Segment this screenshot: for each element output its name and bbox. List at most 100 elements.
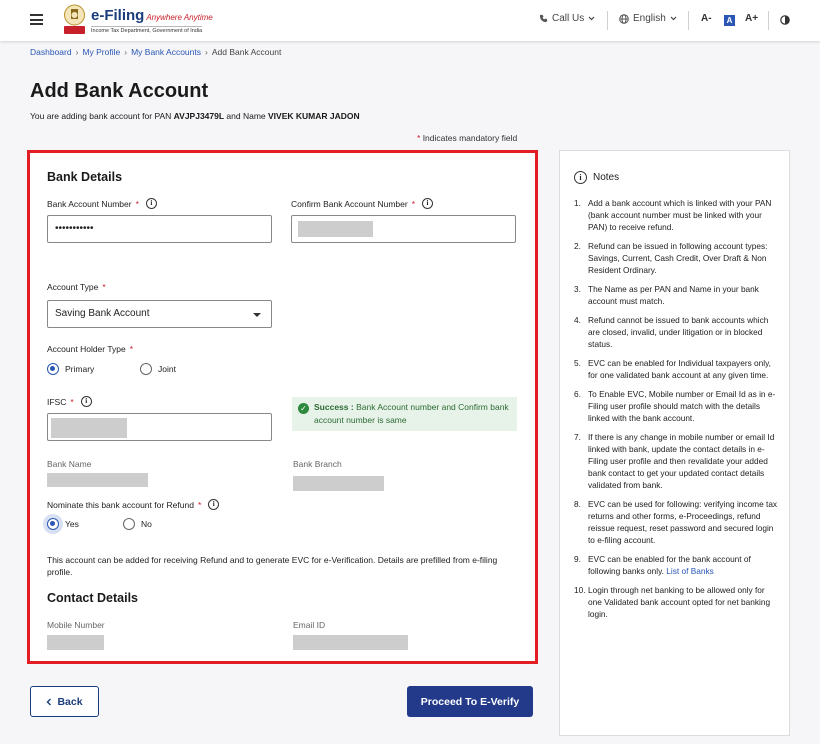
bank-details-title: Bank Details <box>47 170 123 184</box>
info-icon: i <box>574 171 587 184</box>
bank-name-label: Bank Name <box>47 459 92 469</box>
holder-type-label-text: Account Holder Type <box>47 344 126 354</box>
account-type-select[interactable]: Saving Bank Account <box>47 300 272 328</box>
note-item: 3. The Name as per PAN and Name in your b… <box>574 284 759 306</box>
info-icon[interactable]: i <box>145 198 157 209</box>
info-icon[interactable]: i <box>208 499 220 510</box>
notes-panel: i Notes 1. Add a bank account which is li… <box>559 150 790 736</box>
breadcrumb-my-bank-accounts[interactable]: My Bank Accounts <box>131 47 201 57</box>
font-normal-button[interactable]: A <box>724 15 735 26</box>
note-text: EVC can be used for following: verifying… <box>588 499 778 545</box>
language-selector[interactable]: English <box>619 13 677 24</box>
ifsc-label: IFSC * i <box>47 396 92 407</box>
list-of-banks-link[interactable]: List of Banks <box>666 566 714 576</box>
notes-list: 1. Add a bank account which is linked wit… <box>574 197 779 627</box>
confirm-account-label: Confirm Bank Account Number * i <box>291 198 434 209</box>
contact-details-title: Contact Details <box>47 591 138 605</box>
nominate-no-radio[interactable]: No <box>123 518 152 530</box>
breadcrumb-current: Add Bank Account <box>211 47 282 57</box>
bank-branch-label: Bank Branch <box>293 459 342 469</box>
note-item: 7. If there is any change in mobile numbe… <box>574 432 775 490</box>
note-text: To Enable EVC, Mobile number or Email Id… <box>588 389 776 423</box>
holder-primary-label: Primary <box>65 364 95 374</box>
breadcrumb-separator: › <box>75 47 79 57</box>
pan-value: AVJPJ3479L <box>173 111 225 121</box>
note-text: If there is any change in mobile number … <box>588 432 775 490</box>
mandatory-note-text: Indicates mandatory field <box>422 133 518 143</box>
font-decrease-button[interactable]: A- <box>701 13 712 24</box>
note-item: 2. Refund can be issued in following acco… <box>574 241 768 275</box>
back-button[interactable]: Back <box>30 686 99 717</box>
radio-dot <box>47 518 59 530</box>
proceed-to-everify-button[interactable]: Proceed To E-Verify <box>407 686 533 717</box>
holder-primary-radio[interactable]: Primary <box>47 363 94 375</box>
breadcrumb-separator: › <box>205 47 208 57</box>
holder-joint-radio[interactable]: Joint <box>140 363 176 375</box>
holder-joint-label: Joint <box>158 364 176 374</box>
call-us-label: Call Us <box>552 13 585 24</box>
menu-icon[interactable] <box>30 14 43 25</box>
note-text: Refund can be issued in following accoun… <box>588 241 768 275</box>
chevron-down-icon <box>670 16 677 21</box>
account-type-label: Account Type * <box>47 282 106 292</box>
account-type-value: Saving Bank Account <box>55 308 150 319</box>
account-number-label: Bank Account Number * i <box>47 198 157 209</box>
email-label: Email ID <box>293 620 326 630</box>
logo-tagline: Anywhere Anytime <box>146 13 213 22</box>
refund-note: This account can be added for receiving … <box>47 555 498 577</box>
note-item: 9. EVC can be enabled for the bank accoun… <box>574 554 751 576</box>
note-text: Login through net banking to be allowed … <box>588 585 771 619</box>
nominate-no-label: No <box>141 519 152 529</box>
breadcrumb-dashboard[interactable]: Dashboard <box>30 47 72 57</box>
nominate-label-text: Nominate this bank account for Refund <box>47 499 194 510</box>
page-title: Add Bank Account <box>30 80 209 102</box>
divider <box>688 11 689 30</box>
chevron-down-icon <box>588 16 595 21</box>
font-increase-button[interactable]: A+ <box>745 13 758 24</box>
note-item: 5. EVC can be enabled for Individual taxp… <box>574 358 771 380</box>
account-type-label-text: Account Type <box>47 282 99 292</box>
confirm-account-label-text: Confirm Bank Account Number <box>291 198 408 209</box>
top-header: e-Filing Anywhere Anytime Income Tax Depa… <box>0 0 820 41</box>
name-value: VIVEK KUMAR JADON <box>268 111 360 121</box>
notes-title: Notes <box>593 172 620 183</box>
info-icon[interactable]: i <box>422 198 434 209</box>
logo-subtitle: Income Tax Department, Government of Ind… <box>91 26 203 34</box>
note-item: 1. Add a bank account which is linked wit… <box>574 198 772 232</box>
account-number-input[interactable]: ••••••••••• <box>47 215 272 243</box>
account-number-label-text: Bank Account Number <box>47 198 132 209</box>
note-item: 10. Login through net banking to be allow… <box>574 585 771 619</box>
phone-icon <box>539 14 548 23</box>
contrast-icon[interactable] <box>780 15 790 25</box>
call-us-menu[interactable]: Call Us <box>539 13 595 24</box>
bank-details-form: Bank Details Bank Account Number * i •••••… <box>27 150 538 664</box>
note-item: 8. EVC can be used for following: verifyi… <box>574 499 778 545</box>
globe-icon <box>619 13 629 24</box>
mobile-label: Mobile Number <box>47 620 105 630</box>
redacted-value <box>51 418 127 438</box>
logo-title: e-Filing <box>91 7 145 24</box>
ifsc-label-text: IFSC <box>47 396 67 407</box>
note-text: Add a bank account which is linked with … <box>588 198 772 232</box>
mandatory-note: * Indicates mandatory field <box>417 133 518 143</box>
dropdown-caret-icon <box>253 313 261 317</box>
success-message: ✓ Success : Bank Account number and Conf… <box>292 397 517 431</box>
note-text: The Name as per PAN and Name in your ban… <box>588 284 759 306</box>
intro-prefix: You are adding bank account for PAN <box>30 111 174 121</box>
chevron-left-icon <box>46 698 52 705</box>
breadcrumb-separator: › <box>124 47 128 57</box>
note-text: EVC can be enabled for Individual taxpay… <box>588 358 771 380</box>
radio-dot <box>140 363 152 375</box>
efiling-logo[interactable]: e-Filing Anywhere Anytime Income Tax Depa… <box>61 3 213 37</box>
back-label: Back <box>57 695 83 708</box>
divider <box>607 11 608 30</box>
info-icon[interactable]: i <box>80 396 92 407</box>
mobile-value-redacted <box>47 635 104 650</box>
note-text: Refund cannot be issued to bank accounts… <box>588 315 769 349</box>
radio-dot <box>123 518 135 530</box>
redacted-value <box>298 221 373 237</box>
nominate-yes-radio[interactable]: Yes <box>47 518 79 530</box>
check-icon: ✓ <box>298 403 309 414</box>
breadcrumb-my-profile[interactable]: My Profile <box>82 47 120 57</box>
divider <box>768 11 769 30</box>
